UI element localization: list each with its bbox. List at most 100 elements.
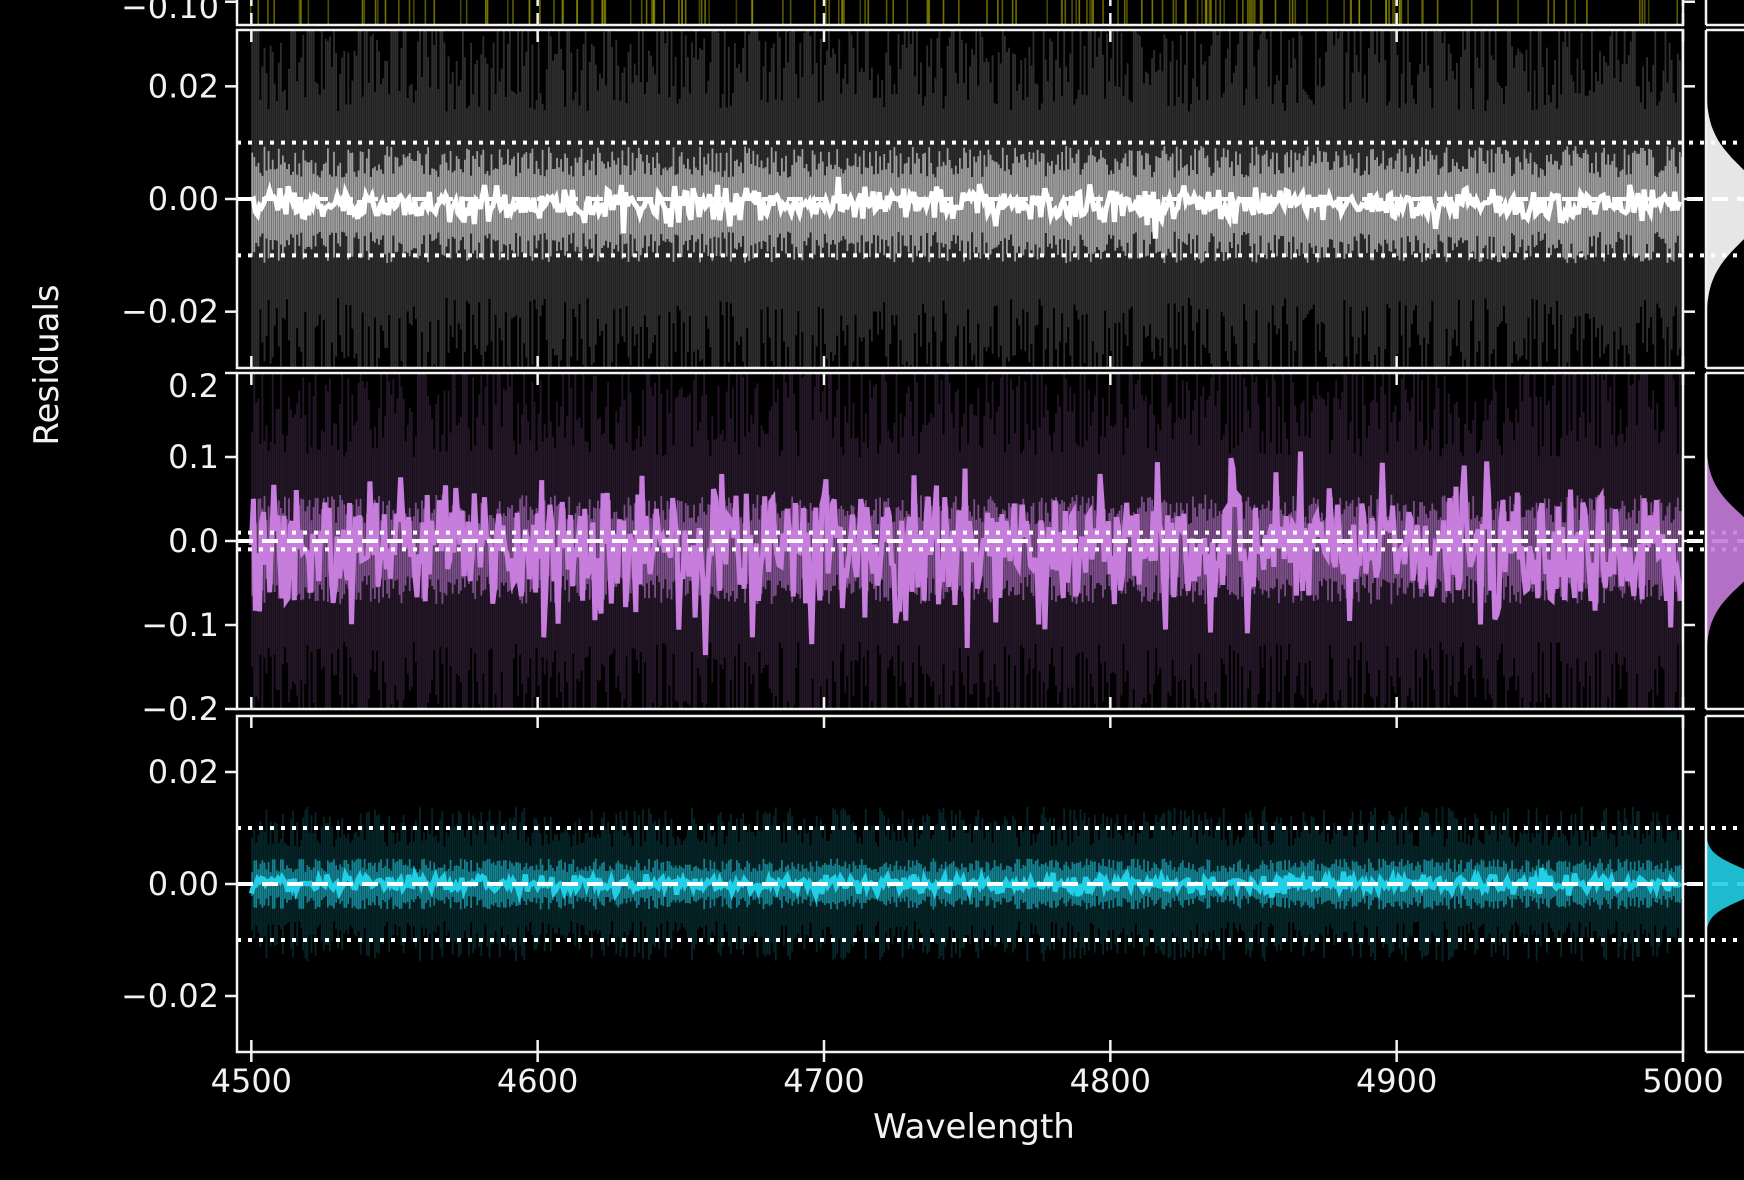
noise-bar: [601, 0, 604, 25]
noise-bar: [1011, 0, 1014, 25]
noise-bar: [1470, 0, 1473, 25]
noise-bar: [485, 0, 487, 25]
noise-bar: [1102, 0, 1104, 25]
noise-bar: [1215, 0, 1217, 25]
noise-bar: [576, 0, 578, 25]
noise-bar: [1261, 0, 1263, 25]
noise-bar: [1259, 0, 1262, 25]
noise-bar: [300, 0, 302, 25]
x-tick-label: 4500: [211, 1062, 292, 1100]
y-tick-label: 0.02: [148, 67, 219, 105]
noise-bar: [1399, 0, 1401, 25]
x-axis-label: Wavelength: [873, 1107, 1075, 1147]
noise-bar: [663, 0, 665, 25]
noise-bar: [1175, 0, 1177, 25]
inner-band-bar: [549, 152, 552, 257]
inner-band-bar: [441, 154, 444, 255]
noise-bar: [1370, 0, 1372, 25]
noise-bar: [650, 0, 653, 25]
inner-band-bar: [639, 154, 642, 256]
inner-band-bar: [746, 153, 749, 257]
noise-bar: [1223, 0, 1225, 25]
y-tick-label: −0.1: [141, 606, 219, 644]
inner-band-bar: [1102, 157, 1104, 252]
noise-bar: [1219, 0, 1222, 25]
noise-bar: [1392, 0, 1394, 25]
residual-panels: −0.10 0.02 0.00 −0.02 0.2 0.1 0.0 −0.1 −0.2 0.02 0…: [121, 0, 1744, 1054]
noise-bar: [867, 0, 870, 25]
inner-band-bar: [1181, 167, 1184, 242]
noise-bar: [1349, 0, 1352, 25]
noise-bar: [1291, 0, 1294, 25]
x-tick-label: 5000: [1642, 1062, 1723, 1100]
noise-bar: [1075, 0, 1078, 25]
noise-bar: [859, 0, 862, 25]
noise-bar: [958, 0, 960, 25]
y-axis-label: Residuals: [27, 284, 67, 445]
inner-band-bar: [1235, 503, 1237, 596]
residuals-figure: −0.10 0.02 0.00 −0.02 0.2 0.1 0.0 −0.1 −0.2 0.02 0…: [0, 0, 1744, 1180]
inner-band-bar: [580, 148, 583, 261]
noise-bar: [1326, 0, 1329, 25]
noise-bar: [1001, 0, 1004, 25]
noise-bar: [424, 0, 427, 25]
noise-bar: [553, 0, 555, 25]
noise-bar: [1208, 0, 1211, 25]
noise-bar: [1639, 0, 1641, 25]
noise-bar: [1421, 0, 1423, 25]
noise-bar: [841, 0, 843, 25]
noise-bar: [561, 0, 564, 25]
noise-bar: [892, 0, 894, 25]
noise-bar: [1236, 0, 1238, 25]
inner-band-bar: [363, 522, 366, 576]
noise-bar: [1172, 0, 1175, 25]
inner-band-bar: [1044, 176, 1047, 233]
noise-bar: [1061, 0, 1063, 25]
noise-bar: [465, 0, 468, 25]
noise-bar: [1496, 0, 1499, 25]
y-tick-label: 0.02: [148, 753, 219, 791]
inner-band-bar: [1554, 160, 1556, 249]
noise-bar: [1151, 0, 1154, 25]
noise-bar: [1242, 0, 1244, 25]
inner-band-bar: [378, 862, 380, 906]
inner-band-bar: [1490, 149, 1493, 260]
inner-band-bar: [1278, 170, 1280, 240]
noise-bar: [1565, 0, 1568, 25]
noise-bar: [1086, 0, 1088, 25]
noise-bar: [1161, 0, 1164, 25]
noise-bar: [433, 0, 436, 25]
noise-bar: [700, 0, 703, 25]
noise-bar: [652, 0, 655, 25]
y-tick-label: 0.00: [148, 865, 219, 903]
noise-bar: [1641, 0, 1644, 25]
noise-bar: [814, 0, 816, 25]
inner-band-bar: [971, 177, 973, 233]
noise-bar: [828, 0, 830, 25]
inner-band-bar: [893, 147, 896, 263]
noise-bar: [603, 0, 606, 25]
noise-bar: [1388, 0, 1390, 25]
noise-bar: [1141, 0, 1143, 25]
noise-bar: [1015, 0, 1017, 25]
x-tick-label: 4600: [497, 1062, 578, 1100]
inner-band-bar: [271, 159, 274, 250]
noise-bar: [307, 0, 310, 25]
noise-bar: [398, 0, 400, 25]
inner-band-bar: [967, 167, 969, 242]
inner-band-bar: [965, 152, 967, 257]
noise-bar: [1201, 0, 1203, 25]
noise-bar: [327, 0, 330, 25]
inner-band-bar: [750, 163, 753, 246]
noise-bar: [704, 0, 706, 25]
noise-bar: [1547, 0, 1550, 25]
noise-bar: [257, 0, 260, 25]
inner-band-bar: [1053, 173, 1055, 236]
noise-bar: [1586, 0, 1588, 25]
y-tick-label: 0.2: [168, 367, 219, 405]
noise-bar: [708, 0, 710, 25]
noise-bar: [1247, 0, 1249, 25]
noise-bar: [1385, 0, 1388, 25]
noise-bar: [864, 0, 866, 25]
noise-bar: [1089, 0, 1091, 25]
